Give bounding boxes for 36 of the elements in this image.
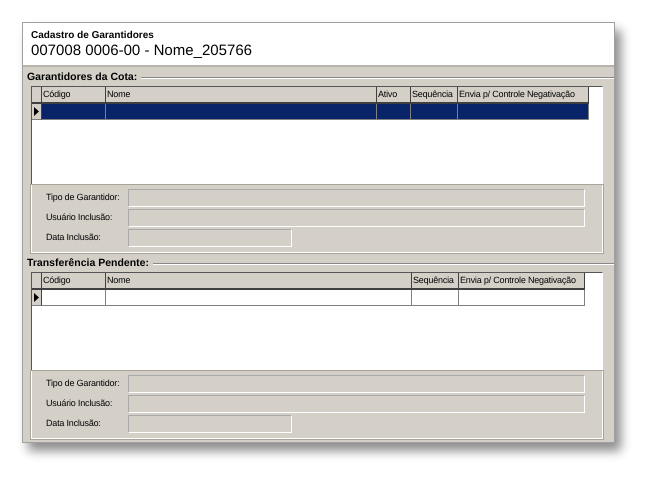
column-header[interactable]: Ativo bbox=[377, 87, 411, 104]
column-header[interactable]: Sequência bbox=[412, 273, 459, 290]
field-label: Data Inclusão: bbox=[46, 231, 102, 244]
column-header[interactable]: Código bbox=[42, 87, 106, 104]
table-cell[interactable] bbox=[411, 104, 458, 120]
table-cell[interactable] bbox=[42, 104, 106, 120]
input-field[interactable] bbox=[128, 395, 585, 413]
table-cell[interactable] bbox=[106, 290, 412, 306]
column-header[interactable]: Nome bbox=[106, 87, 377, 104]
input-field[interactable] bbox=[128, 189, 585, 207]
table-cell[interactable] bbox=[42, 290, 106, 306]
table-cell[interactable] bbox=[412, 290, 459, 306]
table-cell[interactable] bbox=[459, 290, 585, 306]
input-field[interactable] bbox=[128, 375, 585, 393]
input-field[interactable] bbox=[128, 415, 292, 433]
column-header[interactable]: Código bbox=[42, 273, 106, 290]
field-label: Usuário Inclusão: bbox=[46, 211, 114, 224]
table-cell[interactable] bbox=[106, 104, 377, 120]
current-row-icon bbox=[34, 107, 39, 116]
field-label: Tipo de Garantidor: bbox=[46, 377, 120, 390]
column-header[interactable]: Nome bbox=[106, 273, 412, 290]
input-field[interactable] bbox=[128, 209, 585, 227]
field-label: Usuário Inclusão: bbox=[46, 397, 114, 410]
column-header[interactable]: Envia p/ Controle Negativação bbox=[459, 273, 585, 290]
record-title: 007008 0006-00 - Nome_205766 bbox=[31, 42, 254, 60]
table-cell[interactable] bbox=[377, 104, 411, 120]
input-field[interactable] bbox=[128, 229, 292, 247]
field-label: Data Inclusão: bbox=[46, 417, 102, 430]
column-header[interactable]: Sequência bbox=[411, 87, 458, 104]
section-title: Transferência Pendente: bbox=[27, 257, 149, 270]
table-cell[interactable] bbox=[458, 104, 589, 120]
form-title: Cadastro de Garantidores bbox=[31, 30, 155, 42]
section-title: Garantidores da Cota: bbox=[27, 71, 138, 84]
current-row-icon bbox=[34, 293, 39, 302]
field-label: Tipo de Garantidor: bbox=[46, 191, 120, 204]
column-header[interactable]: Envia p/ Controle Negativação bbox=[458, 87, 589, 104]
